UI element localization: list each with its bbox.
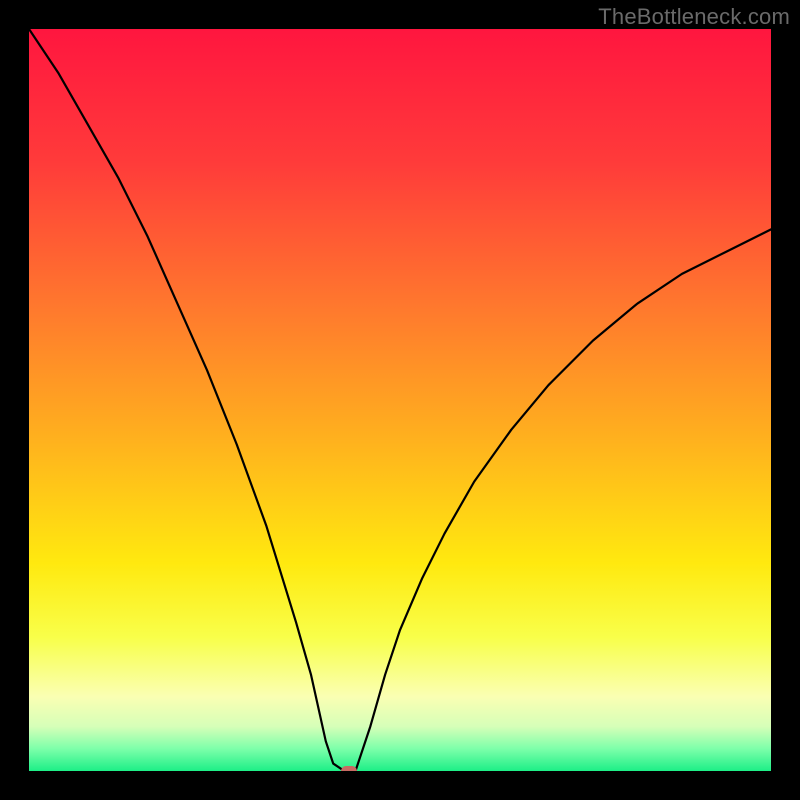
curve-left-branch [29,29,344,771]
chart-frame: TheBottleneck.com [0,0,800,800]
curve-right-branch [355,229,771,771]
watermark-text: TheBottleneck.com [598,4,790,30]
optimal-point-marker [341,766,357,771]
bottleneck-curve [29,29,771,771]
plot-area [29,29,771,771]
